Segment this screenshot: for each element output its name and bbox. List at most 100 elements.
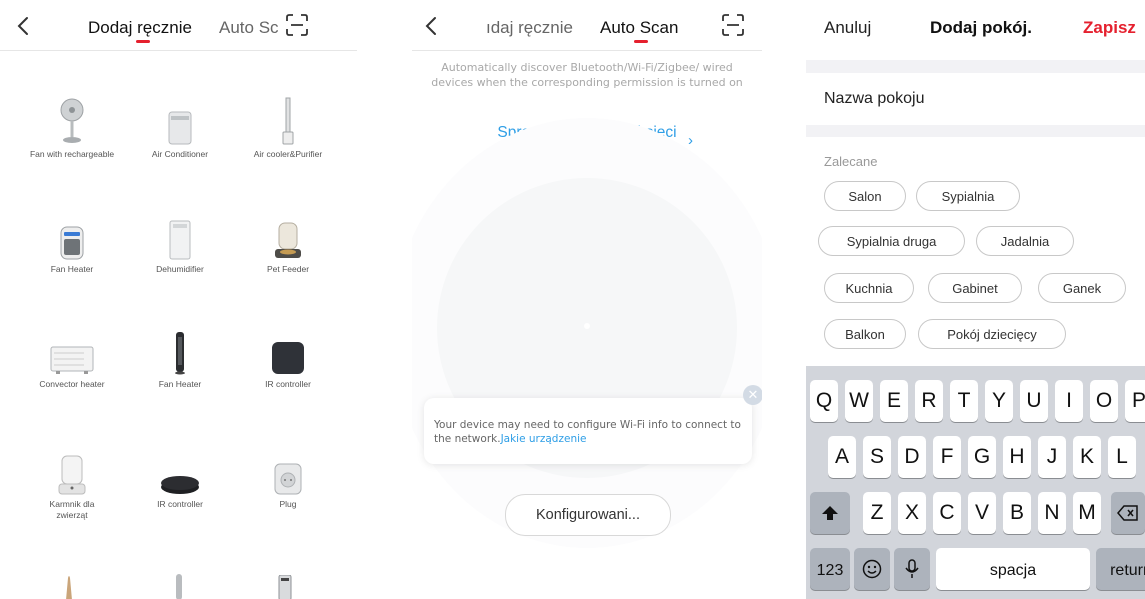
key-p[interactable]: P xyxy=(1125,380,1145,422)
device-label: Dehumidifier xyxy=(156,264,204,274)
air-conditioner-icon xyxy=(168,111,192,145)
active-tab-indicator xyxy=(634,40,648,43)
return-key[interactable]: return xyxy=(1096,548,1145,590)
key-c[interactable]: C xyxy=(933,492,961,534)
room-chip-sypialnia[interactable]: Sypialnia xyxy=(916,181,1020,211)
room-chip-balkon[interactable]: Balkon xyxy=(824,319,906,349)
scan-icon[interactable] xyxy=(286,14,308,36)
tooltip-link[interactable]: Jakie urządzenie xyxy=(501,433,587,445)
ir-controller-round-icon xyxy=(161,476,199,494)
scan-icon[interactable] xyxy=(722,14,744,36)
tab-add-manually[interactable]: ıdaj ręcznie xyxy=(486,18,573,38)
key-w[interactable]: W xyxy=(845,380,873,422)
fan-icon xyxy=(60,98,84,143)
cancel-button[interactable]: Anuluj xyxy=(824,18,871,38)
room-name-input[interactable] xyxy=(824,73,1124,125)
numbers-key-label: 123 xyxy=(816,562,844,579)
key-h[interactable]: H xyxy=(1003,436,1031,478)
key-i[interactable]: I xyxy=(1055,380,1083,422)
key-b[interactable]: B xyxy=(1003,492,1031,534)
key-l[interactable]: L xyxy=(1108,436,1136,478)
page-title: Dodaj pokój. xyxy=(930,18,1032,37)
key-y[interactable]: Y xyxy=(985,380,1013,422)
tower-fan-icon xyxy=(176,574,182,599)
device-label: Air cooler&Purifier xyxy=(253,149,323,159)
microphone-key[interactable] xyxy=(894,548,930,590)
device-item[interactable]: Plug xyxy=(233,445,343,510)
plug-icon xyxy=(274,463,302,495)
device-label: Air Conditioner xyxy=(151,149,209,159)
room-chip-pokoj-dzieciecy[interactable]: Pokój dziecięcy xyxy=(918,319,1066,349)
device-item[interactable]: Air Conditioner xyxy=(125,95,235,160)
room-chip-ganek[interactable]: Ganek xyxy=(1038,273,1126,303)
device-item[interactable]: Fan Heater xyxy=(125,325,235,390)
shift-key[interactable] xyxy=(810,492,850,534)
microphone-icon xyxy=(905,559,919,578)
pet-feeder-white-icon xyxy=(58,455,86,495)
key-z[interactable]: Z xyxy=(863,492,891,534)
key-n[interactable]: N xyxy=(1038,492,1066,534)
key-a[interactable]: A xyxy=(828,436,856,478)
ir-controller-square-icon xyxy=(272,342,304,374)
space-key-label: spacja xyxy=(989,562,1037,579)
emoji-key[interactable] xyxy=(854,548,890,590)
shift-arrow-icon xyxy=(822,506,838,520)
on-screen-keyboard: Q W E R T Y U I O P A S D F G H J K L Z … xyxy=(806,366,1145,599)
key-s[interactable]: S xyxy=(863,436,891,478)
tooltip-text: Your device may need to configure Wi-Fi … xyxy=(434,419,741,445)
device-item[interactable]: Dehumidifier xyxy=(125,210,235,275)
nav-bar: Anuluj Dodaj pokój. Zapisz xyxy=(806,0,1145,60)
back-chevron-icon[interactable] xyxy=(422,16,442,36)
lamp-icon xyxy=(66,576,72,599)
room-chip-kuchnia[interactable]: Kuchnia xyxy=(824,273,914,303)
device-item[interactable]: Fan Heater xyxy=(17,210,127,275)
tab-auto-scan[interactable]: Auto Scan xyxy=(600,18,678,38)
key-u[interactable]: U xyxy=(1020,380,1048,422)
return-key-label: return xyxy=(1110,562,1145,579)
device-item[interactable]: Fan with rechargeable xyxy=(17,95,127,160)
key-k[interactable]: K xyxy=(1073,436,1101,478)
room-chip-sypialnia-druga[interactable]: Sypialnia druga xyxy=(818,226,965,256)
device-label: Pet Feeder xyxy=(266,264,310,274)
backspace-icon xyxy=(1117,505,1138,521)
device-item[interactable]: Air cooler&Purifier xyxy=(233,95,343,160)
active-tab-indicator xyxy=(136,40,150,43)
backspace-key[interactable] xyxy=(1111,492,1145,534)
device-label: Fan Heater xyxy=(158,379,202,389)
numbers-key[interactable]: 123 xyxy=(810,548,850,590)
device-item[interactable]: Convector heater xyxy=(17,325,127,390)
configure-button[interactable]: Konfigurowani... xyxy=(505,494,671,536)
key-d[interactable]: D xyxy=(898,436,926,478)
room-chip-gabinet[interactable]: Gabinet xyxy=(928,273,1022,303)
device-item[interactable]: Pet Feeder xyxy=(233,210,343,275)
back-chevron-icon[interactable] xyxy=(14,16,34,36)
key-m[interactable]: M xyxy=(1073,492,1101,534)
fan-heater-icon xyxy=(60,226,84,260)
key-x[interactable]: X xyxy=(898,492,926,534)
device-item[interactable]: IR controller xyxy=(233,325,343,390)
room-chip-jadalnia[interactable]: Jadalnia xyxy=(976,226,1074,256)
save-button[interactable]: Zapisz xyxy=(1083,18,1136,38)
convector-heater-icon xyxy=(50,346,94,374)
key-v[interactable]: V xyxy=(968,492,996,534)
key-e[interactable]: E xyxy=(880,380,908,422)
key-g[interactable]: G xyxy=(968,436,996,478)
key-f[interactable]: F xyxy=(933,436,961,478)
key-q[interactable]: Q xyxy=(810,380,838,422)
key-t[interactable]: T xyxy=(950,380,978,422)
key-j[interactable]: J xyxy=(1038,436,1066,478)
device-label: IR controller xyxy=(157,499,203,509)
device-item[interactable]: Karmnik dla zwierząt xyxy=(17,445,127,521)
key-o[interactable]: O xyxy=(1090,380,1118,422)
device-item[interactable]: IR controller xyxy=(125,445,235,510)
radar-center-dot xyxy=(584,323,590,329)
tab-auto-scan[interactable]: Auto Sc xyxy=(219,18,279,38)
room-chip-salon[interactable]: Salon xyxy=(824,181,906,211)
device-label: Plug xyxy=(279,499,297,509)
wifi-config-tooltip: Your device may need to configure Wi-Fi … xyxy=(424,398,752,464)
key-r[interactable]: R xyxy=(915,380,943,422)
close-icon[interactable]: ✕ xyxy=(743,385,762,405)
space-key[interactable]: spacja xyxy=(936,548,1090,590)
room-name-row xyxy=(806,73,1145,125)
tab-add-manually[interactable]: Dodaj ręcznie xyxy=(88,18,192,38)
